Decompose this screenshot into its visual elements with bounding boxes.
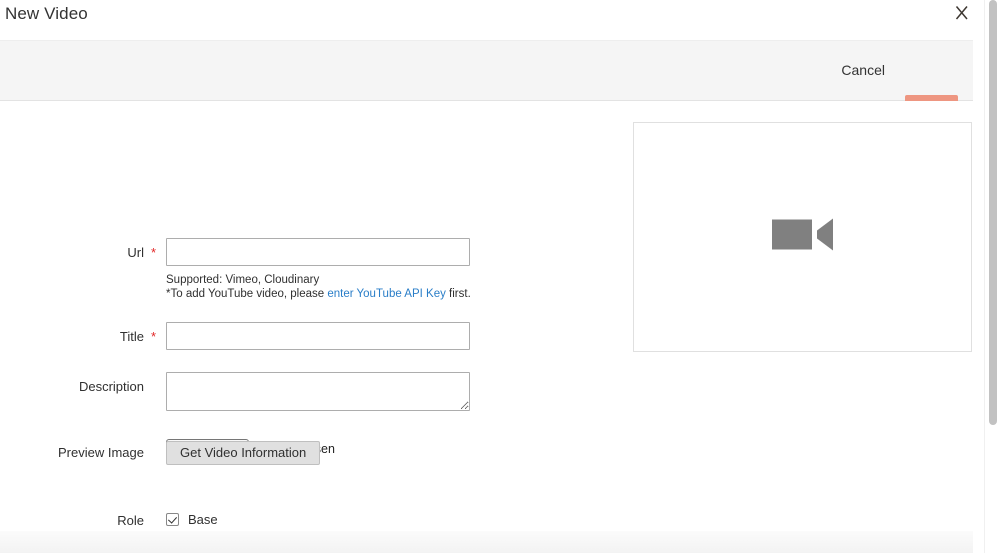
page-title: New Video — [5, 4, 88, 23]
cancel-button[interactable]: Cancel — [841, 62, 885, 78]
modal-action-bar: Cancel Save — [0, 40, 973, 130]
description-label: Description — [78, 379, 144, 394]
video-camera-icon — [771, 218, 835, 257]
url-input[interactable] — [166, 238, 470, 266]
role-label: Role — [117, 513, 144, 528]
close-button[interactable] — [948, 0, 976, 26]
modal-titlebar: New Video — [0, 0, 973, 40]
page-scrollbar-track[interactable] — [984, 0, 1000, 553]
description-textarea[interactable] — [166, 372, 470, 411]
video-form: Url * Supported: Vimeo, Cloudinary *To a… — [0, 101, 973, 553]
checkbox-base-label: Base — [188, 512, 218, 527]
title-label: Title — [119, 329, 144, 344]
url-label: Url — [127, 245, 144, 260]
title-required-asterisk: * — [151, 329, 157, 344]
new-video-modal: New Video Cancel Save Url * Supported: V… — [0, 0, 1000, 553]
url-help-youtube: *To add YouTube video, please enter YouT… — [166, 287, 471, 301]
role-checkbox-base[interactable]: Base — [166, 512, 218, 527]
video-preview-panel — [633, 122, 972, 352]
url-required-asterisk: * — [151, 245, 157, 260]
bottom-gradient-band — [0, 531, 973, 553]
preview-image-label: Preview Image — [58, 445, 144, 460]
checkbox-base-box[interactable] — [166, 513, 179, 526]
url-help-suffix: first. — [445, 288, 471, 300]
close-icon — [948, 0, 976, 26]
title-input[interactable] — [166, 322, 470, 350]
url-help-supported: Supported: Vimeo, Cloudinary — [166, 273, 319, 287]
youtube-api-key-link[interactable]: enter YouTube API Key — [327, 288, 446, 300]
url-help-prefix: *To add YouTube video, please — [166, 288, 328, 300]
url-help-supported-text: Supported: Vimeo, Cloudinary — [166, 274, 320, 286]
get-video-information-button[interactable]: Get Video Information — [166, 441, 321, 465]
page-scrollbar-thumb[interactable] — [989, 0, 997, 425]
